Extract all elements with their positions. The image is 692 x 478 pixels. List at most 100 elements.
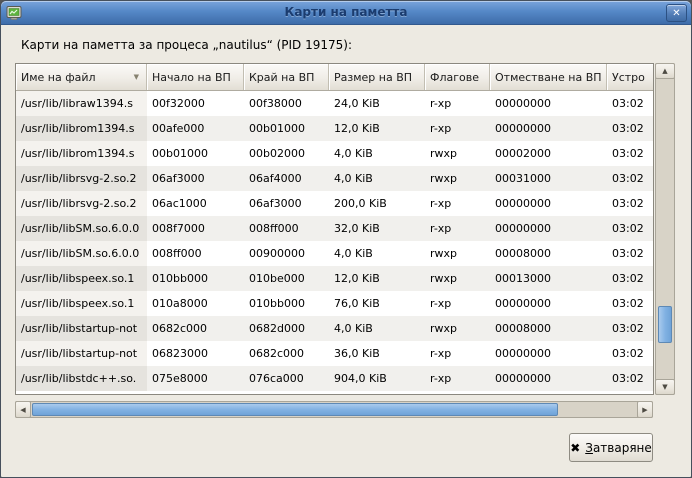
cell-filename: /usr/lib/librsvg-2.so.2 xyxy=(16,166,147,191)
window-close-button[interactable]: ✕ xyxy=(666,4,687,22)
table-row[interactable]: /usr/lib/libraw1394.s00f3200000f3800024,… xyxy=(16,91,653,116)
table-row[interactable]: /usr/lib/librom1394.s00b0100000b020004,0… xyxy=(16,141,653,166)
cell-vm-size: 904,0 KiB xyxy=(329,366,425,391)
cell-filename: /usr/lib/libraw1394.s xyxy=(16,91,147,116)
cell-vm-size: 4,0 KiB xyxy=(329,241,425,266)
column-header-vm-size[interactable]: Размер на ВП xyxy=(329,64,425,90)
cell-filename: /usr/lib/libSM.so.6.0.0 xyxy=(16,241,147,266)
column-header-label: Име на файл xyxy=(21,71,96,84)
vertical-scrollbar-thumb[interactable] xyxy=(658,306,672,343)
cell-flags: r-xp xyxy=(425,366,490,391)
table-row[interactable]: /usr/lib/libstartup-not068230000682c0003… xyxy=(16,341,653,366)
column-header-label: Флагове xyxy=(430,71,479,84)
column-header-device[interactable]: Устро xyxy=(607,64,653,90)
close-dialog-button[interactable]: ✖ Затваряне xyxy=(569,433,653,462)
table-row[interactable]: /usr/lib/libstdc++.so.075e8000076ca00090… xyxy=(16,366,653,391)
cell-filename: /usr/lib/libspeex.so.1 xyxy=(16,291,147,316)
cell-vm-end: 00900000 xyxy=(244,241,329,266)
vertical-scrollbar[interactable]: ▲ ▼ xyxy=(655,63,675,395)
titlebar[interactable]: Карти на паметта ✕ xyxy=(1,1,691,25)
cell-vm-end: 00b02000 xyxy=(244,141,329,166)
column-header-flags[interactable]: Флагове xyxy=(425,64,490,90)
cell-flags: r-xp xyxy=(425,191,490,216)
scroll-left-button[interactable]: ◀ xyxy=(15,401,31,418)
cell-filename: /usr/lib/libspeex.so.1 xyxy=(16,266,147,291)
cell-vm-size: 32,0 KiB xyxy=(329,216,425,241)
scroll-right-button[interactable]: ▶ xyxy=(637,401,653,418)
horizontal-scrollbar[interactable]: ◀ ▶ xyxy=(15,401,653,418)
cell-device: 03:02 xyxy=(607,216,653,241)
cell-vm-end: 0682c000 xyxy=(244,341,329,366)
column-header-vm-offset[interactable]: Отместване на ВП xyxy=(490,64,607,90)
scroll-down-button[interactable]: ▼ xyxy=(655,379,675,395)
sort-descending-icon: ▼ xyxy=(134,74,139,81)
cell-filename: /usr/lib/libstartup-not xyxy=(16,316,147,341)
table-row[interactable]: /usr/lib/librsvg-2.so.206ac100006af30002… xyxy=(16,191,653,216)
cell-vm-start: 008f7000 xyxy=(147,216,244,241)
column-header-label: Размер на ВП xyxy=(334,71,412,84)
close-x-icon: ✖ xyxy=(570,441,580,455)
column-header-vm-end[interactable]: Край на ВП xyxy=(244,64,329,90)
table-row[interactable]: /usr/lib/librsvg-2.so.206af300006af40004… xyxy=(16,166,653,191)
column-header-vm-start[interactable]: Начало на ВП xyxy=(147,64,244,90)
cell-vm-size: 76,0 KiB xyxy=(329,291,425,316)
cell-vm-offset: 00000000 xyxy=(490,191,607,216)
cell-device: 03:02 xyxy=(607,141,653,166)
cell-vm-start: 06ac1000 xyxy=(147,191,244,216)
cell-device: 03:02 xyxy=(607,241,653,266)
cell-vm-start: 00afe000 xyxy=(147,116,244,141)
cell-vm-offset: 00002000 xyxy=(490,141,607,166)
cell-flags: rwxp xyxy=(425,166,490,191)
cell-filename: /usr/lib/libSM.so.6.0.0 xyxy=(16,216,147,241)
table-row[interactable]: /usr/lib/librom1394.s00afe00000b0100012,… xyxy=(16,116,653,141)
cell-flags: rwxp xyxy=(425,141,490,166)
cell-vm-end: 0682d000 xyxy=(244,316,329,341)
column-header-label: Край на ВП xyxy=(249,71,314,84)
arrow-up-icon: ▲ xyxy=(656,64,674,78)
cell-flags: r-xp xyxy=(425,216,490,241)
column-header-filename[interactable]: Име на файл ▼ xyxy=(16,64,147,90)
cell-vm-size: 12,0 KiB xyxy=(329,266,425,291)
table-row[interactable]: /usr/lib/libSM.so.6.0.0008f7000008ff0003… xyxy=(16,216,653,241)
table-row[interactable]: /usr/lib/libspeex.so.1010a8000010bb00076… xyxy=(16,291,653,316)
cell-vm-start: 010bb000 xyxy=(147,266,244,291)
table-row[interactable]: /usr/lib/libSM.so.6.0.0008ff000009000004… xyxy=(16,241,653,266)
cell-device: 03:02 xyxy=(607,316,653,341)
cell-device: 03:02 xyxy=(607,191,653,216)
horizontal-scrollbar-thumb[interactable] xyxy=(32,403,558,416)
cell-vm-offset: 00031000 xyxy=(490,166,607,191)
cell-device: 03:02 xyxy=(607,116,653,141)
cell-vm-end: 06af4000 xyxy=(244,166,329,191)
cell-filename: /usr/lib/libstartup-not xyxy=(16,341,147,366)
cell-vm-start: 00b01000 xyxy=(147,141,244,166)
cell-vm-offset: 00000000 xyxy=(490,341,607,366)
close-icon: ✕ xyxy=(672,8,680,19)
cell-filename: /usr/lib/librom1394.s xyxy=(16,116,147,141)
arrow-down-icon: ▼ xyxy=(656,380,674,394)
cell-vm-offset: 00000000 xyxy=(490,116,607,141)
memory-maps-dialog: Карти на паметта ✕ Карти на паметта за п… xyxy=(0,0,692,478)
cell-flags: r-xp xyxy=(425,116,490,141)
cell-vm-end: 008ff000 xyxy=(244,216,329,241)
cell-vm-end: 00b01000 xyxy=(244,116,329,141)
window-title: Карти на паметта xyxy=(1,5,691,19)
cell-vm-end: 010be000 xyxy=(244,266,329,291)
scroll-up-button[interactable]: ▲ xyxy=(655,63,675,79)
cell-vm-size: 200,0 KiB xyxy=(329,191,425,216)
table-row[interactable]: /usr/lib/libspeex.so.1010bb000010be00012… xyxy=(16,266,653,291)
cell-vm-start: 06af3000 xyxy=(147,166,244,191)
arrow-right-icon: ▶ xyxy=(638,402,652,418)
cell-flags: r-xp xyxy=(425,91,490,116)
cell-vm-end: 076ca000 xyxy=(244,366,329,391)
table-row[interactable]: /usr/lib/libstartup-not0682c0000682d0004… xyxy=(16,316,653,341)
cell-device: 03:02 xyxy=(607,266,653,291)
table-header-row: Име на файл ▼ Начало на ВП Край на ВП Размер… xyxy=(16,64,653,91)
cell-vm-size: 4,0 KiB xyxy=(329,316,425,341)
cell-filename: /usr/lib/librsvg-2.so.2 xyxy=(16,191,147,216)
cell-flags: rwxp xyxy=(425,316,490,341)
cell-flags: rwxp xyxy=(425,241,490,266)
cell-vm-offset: 00000000 xyxy=(490,366,607,391)
cell-vm-end: 00f38000 xyxy=(244,91,329,116)
memory-maps-table: Име на файл ▼ Начало на ВП Край на ВП Размер… xyxy=(15,63,654,395)
cell-vm-size: 12,0 KiB xyxy=(329,116,425,141)
